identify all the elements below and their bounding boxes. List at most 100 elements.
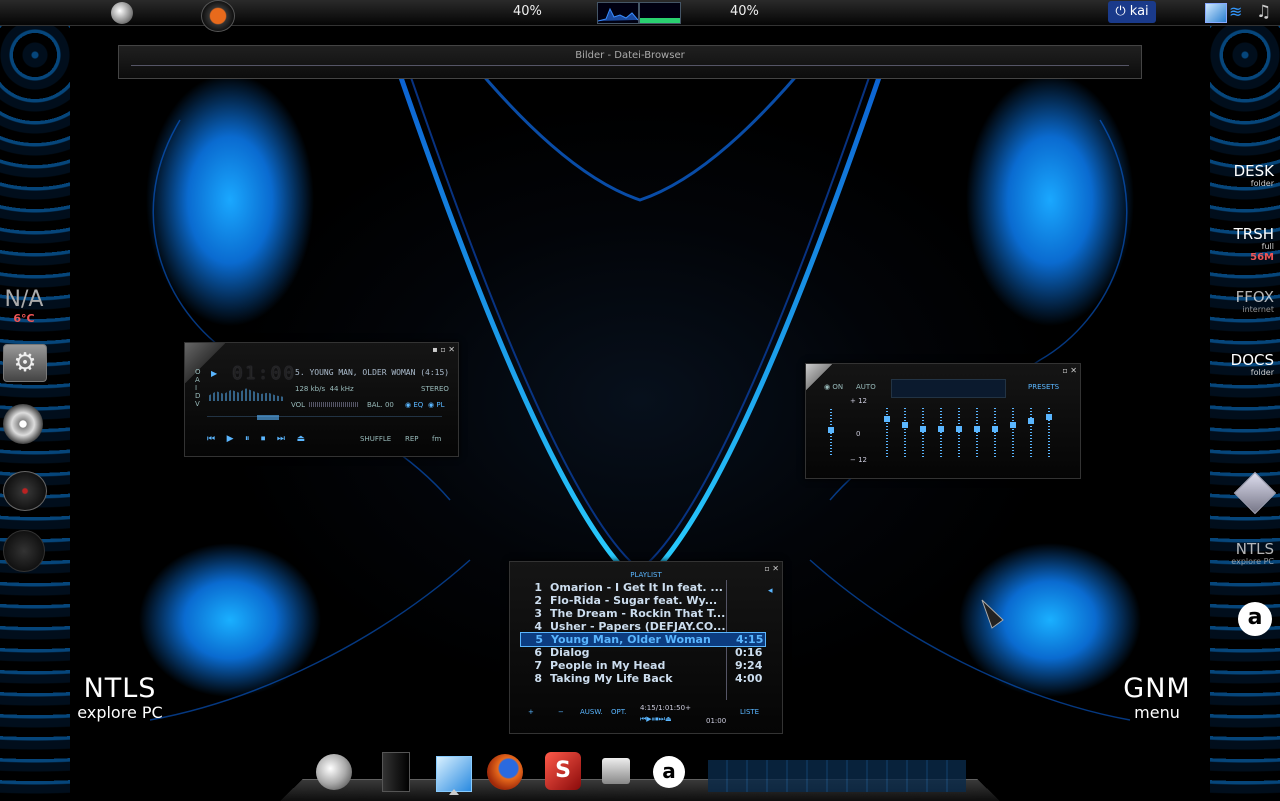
firefox-launcher-icon[interactable]: FFOX internet: [1236, 289, 1274, 315]
balance-label: BAL. 00: [367, 401, 394, 409]
bitrate-value: 128: [295, 385, 309, 393]
eq-band-9[interactable]: [1028, 408, 1034, 458]
wifi-icon[interactable]: ≋: [1229, 2, 1251, 22]
eq-band-10[interactable]: [1046, 408, 1052, 458]
prev-button[interactable]: ⏮: [207, 434, 215, 444]
ubuntu-logo-icon[interactable]: [201, 0, 235, 32]
a-letter-icon[interactable]: a: [1238, 602, 1272, 636]
playlist-scroll-arrow[interactable]: ◂: [768, 586, 773, 596]
trash-icon[interactable]: TRSH full 56M: [1234, 226, 1274, 263]
eq-band-5[interactable]: [956, 408, 962, 458]
eject-button[interactable]: ⏏: [296, 434, 305, 444]
eq-plus-label: + 12: [850, 397, 867, 405]
ntls-left-launcher[interactable]: NTLS explore PC: [70, 675, 170, 723]
taskbar-thumbnails[interactable]: [708, 760, 966, 792]
player-window[interactable]: ▪ ▫ ✕ OAIDV ▶ 01:00 5. YOUNG MAN, OLDER …: [184, 342, 459, 457]
network-icon[interactable]: [1205, 3, 1227, 23]
eq-toggle[interactable]: ◉ EQ: [405, 401, 423, 409]
volume-slider[interactable]: [309, 402, 359, 407]
shuffle-button[interactable]: SHUFFLE: [360, 435, 391, 443]
player-window-controls[interactable]: ▪ ▫ ✕: [432, 345, 455, 354]
file-browser-window[interactable]: Bilder - Datei-Browser: [118, 45, 1142, 79]
firefox-icon[interactable]: [487, 754, 523, 790]
black-box-icon[interactable]: [382, 752, 410, 792]
eq-on-toggle[interactable]: ◉ ON: [824, 383, 843, 391]
list-item[interactable]: 1 Omarion - I Get It In feat. ...: [520, 581, 764, 594]
list-button[interactable]: LISTE: [740, 708, 759, 716]
eq-band-1[interactable]: [884, 408, 890, 458]
khz-value: 44: [329, 385, 339, 393]
clock-widget-icon[interactable]: [3, 530, 45, 572]
gnm-title: GNM: [1123, 673, 1191, 704]
player-time[interactable]: 01:00: [232, 363, 296, 384]
trash-sublabel: full: [1261, 242, 1274, 251]
volume-label: VOL: [291, 401, 306, 409]
player-track-title: 5. YOUNG MAN, OLDER WOMAN (4:15): [295, 368, 450, 377]
drive-icon[interactable]: [602, 758, 630, 784]
select-button[interactable]: AUSW.: [580, 708, 603, 716]
docs-folder-icon[interactable]: DOCS folder: [1231, 352, 1274, 378]
playlist-title: PLAYLIST: [630, 571, 662, 579]
title-divider: [131, 65, 1129, 66]
red-s-icon[interactable]: S: [545, 752, 581, 790]
ntls-right-launcher[interactable]: NTLS explore PC: [1231, 541, 1274, 567]
bitrate-unit: kb/s: [310, 385, 326, 393]
list-item[interactable]: 2 Flo-Rida - Sugar feat. Wy...: [520, 594, 764, 607]
list-item[interactable]: 6 Dialog 0:16: [520, 646, 764, 659]
play-state-icon: ▶: [211, 369, 218, 378]
memory-graph: [639, 2, 681, 24]
cpu-graph: [597, 2, 639, 24]
list-item[interactable]: 3 The Dream - Rockin That T...: [520, 607, 764, 620]
a-letter-icon[interactable]: a: [653, 756, 685, 788]
equalizer-window[interactable]: ▫ ✕ ◉ ON AUTO PRESETS + 12 0 − 12: [805, 363, 1081, 479]
swirl-logo-icon[interactable]: [316, 754, 352, 790]
settings-gear-icon[interactable]: ⚙: [3, 344, 47, 382]
remove-button[interactable]: −: [558, 708, 564, 716]
user-button[interactable]: ⏻ kai: [1108, 1, 1156, 23]
play-button[interactable]: ▶: [227, 434, 234, 444]
eq-auto-toggle[interactable]: AUTO: [856, 383, 876, 391]
mini-transport-controls[interactable]: ⏮▶⏸⏹⏭⏏: [640, 715, 672, 724]
trash-label: TRSH: [1233, 225, 1274, 243]
cpu-percent-right: 40%: [730, 4, 759, 19]
list-item-selected[interactable]: 5 Young Man, Older Woman 4:15: [520, 632, 766, 647]
trash-size: 56M: [1250, 252, 1274, 263]
eq-band-7[interactable]: [992, 408, 998, 458]
eq-window-controls[interactable]: ▫ ✕: [1062, 366, 1077, 375]
eq-band-6[interactable]: [974, 408, 980, 458]
repeat-button[interactable]: REP: [405, 435, 419, 443]
player-side-letters: OAIDV: [195, 368, 201, 408]
pl-toggle[interactable]: ◉ PL: [428, 401, 444, 409]
playlist-window[interactable]: ▫ ✕ PLAYLIST ◂ 1 Omarion - I Get It In fe…: [509, 561, 783, 734]
options-button[interactable]: OPT.: [611, 708, 626, 716]
eq-band-8[interactable]: [1010, 408, 1016, 458]
add-button[interactable]: +: [528, 708, 534, 716]
eq-band-4[interactable]: [938, 408, 944, 458]
lastfm-icon[interactable]: fm: [432, 435, 441, 443]
weather-degree: 6°C: [13, 312, 35, 325]
seek-bar[interactable]: [207, 415, 442, 421]
desk-folder-icon[interactable]: DESK folder: [1234, 163, 1274, 189]
eq-preamp-slider[interactable]: [828, 409, 834, 457]
eq-band-3[interactable]: [920, 408, 926, 458]
spectrum-visualizer: [209, 388, 283, 401]
next-button[interactable]: ⏭: [277, 434, 285, 444]
list-item[interactable]: 7 People in My Head 9:24: [520, 659, 764, 672]
eq-zero-label: 0: [856, 430, 861, 438]
active-app-indicator: [449, 789, 459, 795]
gnm-menu-launcher[interactable]: GNM menu: [1107, 675, 1207, 723]
eq-presets-button[interactable]: PRESETS: [1028, 383, 1059, 391]
eq-band-2[interactable]: [902, 408, 908, 458]
stop-button[interactable]: ⏹: [261, 434, 266, 444]
list-item[interactable]: 8 Taking My Life Back 4:00: [520, 672, 764, 685]
pause-button[interactable]: ⏸: [245, 434, 250, 444]
transport-controls: ⏮ ▶ ⏸ ⏹ ⏭ ⏏: [207, 434, 305, 444]
speedometer-icon[interactable]: [3, 471, 47, 511]
cursor-arrow-icon[interactable]: [436, 756, 472, 792]
seek-handle[interactable]: [257, 415, 279, 420]
top-panel: 40% 40% ⏻ kai ≋ ♫: [0, 0, 1280, 32]
disc-player-icon[interactable]: [3, 404, 43, 444]
music-icon[interactable]: ♫: [1256, 2, 1276, 22]
ffox-sublabel: internet: [1242, 305, 1274, 314]
swirl-logo-icon[interactable]: [111, 2, 133, 24]
